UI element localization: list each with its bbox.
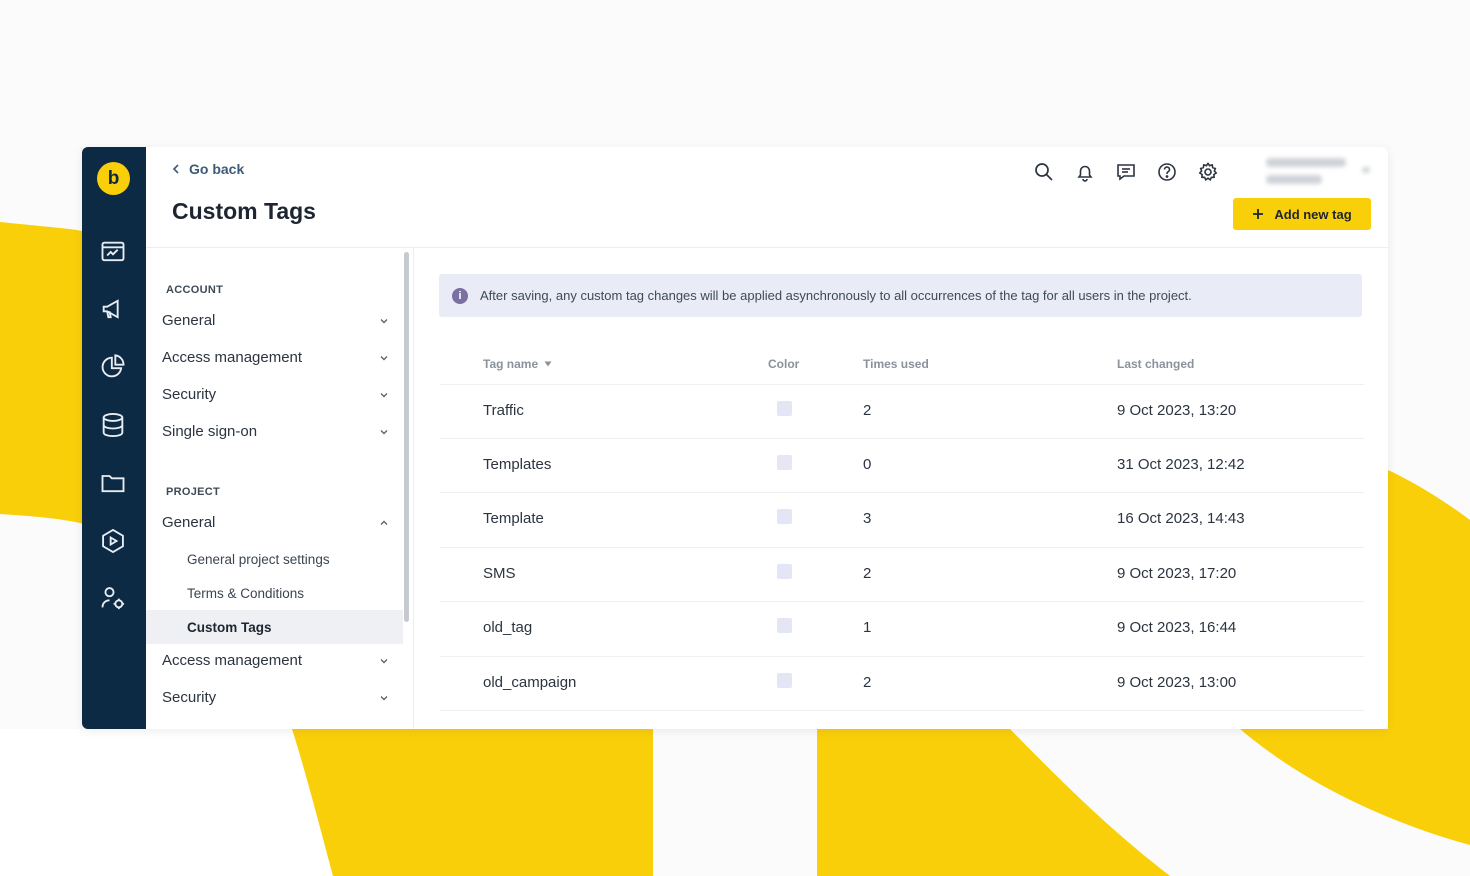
logo-icon[interactable]: b [97, 162, 130, 195]
sidebar-item-account-sso[interactable]: Single sign-on [162, 423, 390, 440]
user-name-blurred [1266, 158, 1346, 167]
section-label-account: ACCOUNT [166, 284, 224, 296]
color-swatch [777, 564, 792, 579]
color-swatch [777, 509, 792, 524]
color-swatch [777, 673, 792, 688]
table-row[interactable]: old_tag 1 9 Oct 2023, 16:44 [440, 601, 1364, 656]
tag-name-cell: Templates [483, 456, 552, 473]
chevron-down-icon [1362, 167, 1370, 173]
sidebar-subitem-custom-tags[interactable]: Custom Tags [187, 620, 272, 635]
chevron-down-icon [380, 355, 388, 360]
tag-name-cell: SMS [483, 565, 516, 582]
sort-down-icon [544, 361, 552, 367]
sidebar-item-account-access-management[interactable]: Access management [162, 349, 390, 366]
pie-chart-icon[interactable] [99, 353, 127, 381]
chevron-down-icon [380, 429, 388, 434]
folder-icon[interactable] [99, 469, 127, 497]
play-icon[interactable] [99, 527, 127, 555]
user-settings-icon[interactable] [99, 584, 127, 612]
column-header-tag-name[interactable]: Tag name [483, 357, 552, 371]
plus-icon [1253, 209, 1264, 219]
tag-name-cell: old_tag [483, 619, 533, 636]
last-changed-cell: 31 Oct 2023, 12:42 [1117, 456, 1245, 473]
sidebar-item-project-security[interactable]: Security [162, 689, 390, 706]
color-swatch [777, 401, 792, 416]
tag-name-cell: Template [483, 510, 544, 527]
table-row[interactable]: Templates 0 31 Oct 2023, 12:42 [440, 438, 1364, 493]
sidebar-item-account-security[interactable]: Security [162, 386, 390, 403]
user-project-blurred [1266, 175, 1322, 184]
active-item-highlight [146, 610, 403, 644]
search-icon[interactable] [1033, 161, 1055, 183]
chevron-up-icon [380, 520, 388, 525]
tag-name-cell: old_campaign [483, 674, 577, 691]
chevron-down-icon [380, 695, 388, 700]
info-notice: i After saving, any custom tag changes w… [439, 274, 1362, 317]
chevron-down-icon [380, 318, 388, 323]
page-title: Custom Tags [172, 198, 316, 224]
sidebar-divider [413, 248, 414, 729]
color-swatch [777, 618, 792, 633]
last-changed-cell: 9 Oct 2023, 13:00 [1117, 674, 1237, 691]
table-row[interactable]: SMS 2 9 Oct 2023, 17:20 [440, 547, 1364, 602]
last-changed-cell: 9 Oct 2023, 17:20 [1117, 565, 1237, 582]
table-row[interactable]: Traffic 2 9 Oct 2023, 13:20 [440, 384, 1364, 439]
section-label-project: PROJECT [166, 486, 221, 498]
times-used-cell: 2 [863, 402, 872, 419]
times-used-cell: 1 [863, 619, 872, 636]
column-header-color: Color [768, 357, 800, 371]
column-header-times-used: Times used [863, 357, 929, 371]
last-changed-cell: 9 Oct 2023, 13:20 [1117, 402, 1237, 419]
chevron-down-icon [380, 392, 388, 397]
nav-rail: b [82, 147, 146, 729]
add-new-tag-button[interactable]: Add new tag [1233, 198, 1371, 230]
tag-name-cell: Traffic [483, 402, 524, 419]
go-back-link[interactable]: Go back [172, 161, 244, 177]
table-row[interactable]: Template 3 16 Oct 2023, 14:43 [440, 492, 1364, 547]
table-row-partial [440, 710, 1364, 729]
megaphone-icon[interactable] [99, 295, 127, 323]
times-used-cell: 2 [863, 565, 872, 582]
times-used-cell: 3 [863, 510, 872, 527]
sidebar-scrollbar[interactable] [404, 252, 409, 622]
last-changed-cell: 16 Oct 2023, 14:43 [1117, 510, 1245, 527]
times-used-cell: 0 [863, 456, 872, 473]
sidebar-subitem-terms-conditions[interactable]: Terms & Conditions [187, 586, 304, 601]
sidebar-item-account-general[interactable]: General [162, 312, 390, 329]
chevron-left-icon [172, 164, 179, 174]
chevron-down-icon [380, 658, 388, 663]
bell-icon[interactable] [1074, 161, 1096, 183]
help-icon[interactable] [1156, 161, 1178, 183]
info-icon: i [452, 287, 468, 304]
color-swatch [777, 455, 792, 470]
sidebar-subitem-general-project-settings[interactable]: General project settings [187, 552, 330, 567]
gear-icon[interactable] [1197, 161, 1219, 183]
dashboard-icon[interactable] [99, 238, 127, 266]
times-used-cell: 2 [863, 674, 872, 691]
sidebar-item-project-general[interactable]: General [162, 514, 390, 531]
database-icon[interactable] [99, 411, 127, 439]
last-changed-cell: 9 Oct 2023, 16:44 [1117, 619, 1237, 636]
sidebar-item-project-access-management[interactable]: Access management [162, 652, 390, 669]
column-header-last-changed: Last changed [1117, 357, 1195, 371]
table-row[interactable]: old_campaign 2 9 Oct 2023, 13:00 [440, 656, 1364, 711]
user-menu[interactable] [1266, 155, 1376, 189]
chat-icon[interactable] [1115, 161, 1137, 183]
